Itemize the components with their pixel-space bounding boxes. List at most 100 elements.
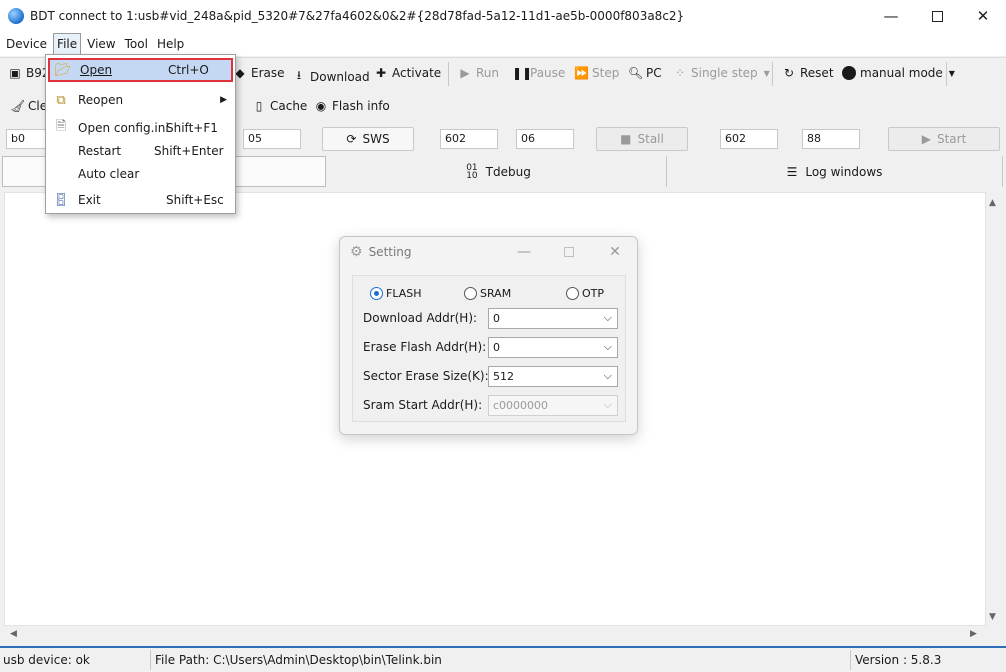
pause-button[interactable]: ❚❚ Pause (512, 66, 565, 80)
menu-view[interactable]: View (84, 33, 118, 55)
search-icon: 🔍︎ (628, 66, 644, 80)
refresh-icon: ⟳ (346, 132, 357, 146)
download-button[interactable]: ⭳ Download (292, 66, 370, 87)
flash-info-button[interactable]: ◉ Flash info (314, 99, 390, 113)
menu-exit-label: Exit (78, 193, 101, 207)
sws-button[interactable]: ⟳ SWS (322, 127, 414, 151)
menu-file[interactable]: File (53, 33, 82, 55)
dialog-minimize-button[interactable]: — (504, 241, 544, 263)
radio-sram-indicator (464, 287, 477, 300)
cache-button[interactable]: ▯ Cache (252, 99, 308, 113)
scroll-down-icon[interactable]: ▼ (989, 612, 996, 622)
radio-sram-label: SRAM (480, 287, 512, 300)
dialog-close-button[interactable]: ✕ (595, 241, 635, 263)
step-icon: ⏩ (574, 66, 589, 80)
scroll-left-icon[interactable]: ◀ (10, 629, 17, 639)
pause-label: Pause (530, 66, 566, 80)
value-field-2[interactable]: 06 (516, 129, 574, 149)
menu-open-config[interactable]: 🗎︎ Open config.ini Shift+F1 (48, 116, 233, 140)
run-label: Run (476, 66, 500, 80)
binary-icon: 01 10 (466, 162, 478, 181)
dialog-maximize-button[interactable] (549, 241, 589, 263)
sector-erase-size-value: 512 (493, 370, 514, 383)
sram-start-addr-select[interactable]: c0000000 ⌵ (488, 395, 618, 416)
download-addr-select[interactable]: 0 ⌵ (488, 308, 618, 329)
horizontal-scrollbar[interactable]: ◀ ▶ (4, 628, 986, 642)
radio-sram[interactable]: SRAM (464, 287, 511, 300)
step-button[interactable]: ⏩ Step (574, 66, 619, 80)
stall-button[interactable]: ■ Stall (596, 127, 688, 151)
dialog-title: Setting (368, 245, 412, 259)
toolbar-divider (946, 62, 947, 86)
radio-otp-indicator (566, 287, 579, 300)
pc-button[interactable]: 🔍︎ PC (628, 66, 662, 80)
activate-label: Activate (392, 66, 442, 80)
start-button[interactable]: ▶ Start (888, 127, 1000, 151)
menu-restart[interactable]: Restart Shift+Enter (48, 139, 233, 163)
scroll-up-icon[interactable]: ▲ (989, 198, 996, 208)
plus-icon: ✚ (375, 66, 387, 80)
start-label: Start (936, 132, 967, 146)
radio-otp[interactable]: OTP (566, 287, 604, 300)
version-status: Version : 5.8.3 (855, 653, 942, 667)
reset-button[interactable]: ↻ Reset (782, 66, 834, 80)
stall-label: Stall (637, 132, 664, 146)
minimize-button[interactable]: — (868, 0, 914, 32)
menu-open[interactable]: 📂︎ Open Ctrl+O (48, 58, 233, 82)
list-icon: ☰ (786, 164, 798, 179)
run-button[interactable]: ▶ Run (458, 66, 499, 80)
tab-log-windows[interactable]: ☰ Log windows (667, 156, 1003, 187)
download-icon: ⭳ (296, 68, 302, 82)
menu-restart-shortcut: Shift+Enter (154, 144, 224, 158)
radio-otp-label: OTP (582, 287, 605, 300)
erase-flash-addr-select[interactable]: 0 ⌵ (488, 337, 618, 358)
menu-open-shortcut: Ctrl+O (168, 63, 209, 77)
erase-button[interactable]: ◆ Erase (233, 66, 285, 80)
menu-exit[interactable]: 🚪︎ Exit Shift+Esc (48, 188, 233, 212)
radio-flash-label: FLASH (386, 287, 422, 300)
pause-icon: ❚❚ (512, 66, 533, 80)
addr-field-3[interactable]: 602 (720, 129, 778, 149)
chip-icon: ▣ (9, 66, 21, 80)
menu-device[interactable]: Device (3, 33, 50, 55)
window-title: BDT connect to 1:usb#vid_248a&pid_5320#7… (30, 9, 685, 23)
submenu-arrow-icon: ▶ (220, 95, 227, 105)
play-icon: ▶ (921, 132, 931, 146)
sector-erase-size-select[interactable]: 512 ⌵ (488, 366, 618, 387)
run-icon: ▶ (460, 66, 470, 80)
chip-select[interactable]: ▣ B92 (8, 66, 49, 80)
single-step-dropdown[interactable]: ⁘ Single step ▼ (673, 66, 770, 80)
value-field-1[interactable]: 05 (243, 129, 301, 149)
menu-open-config-shortcut: Shift+F1 (166, 121, 218, 135)
menu-reopen[interactable]: ⧉ Reopen ▶ (48, 88, 233, 112)
download-label: Download (310, 69, 370, 84)
menu-reopen-label: Reopen (78, 93, 124, 107)
radio-flash-indicator (370, 287, 383, 300)
tab-log-windows-label: Log windows (805, 164, 883, 179)
mode-dropdown[interactable]: manual mode ▼ (842, 66, 955, 80)
radio-flash[interactable]: FLASH (370, 287, 422, 300)
status-divider (850, 650, 851, 670)
sws-label: SWS (362, 132, 390, 146)
status-bar: usb device: ok File Path: C:\Users\Admin… (0, 646, 1006, 672)
cache-icon: ▯ (255, 99, 263, 113)
clear-button[interactable]: 🧹︎ Cle (10, 99, 47, 113)
maximize-button[interactable] (914, 0, 960, 32)
single-step-label: Single step (691, 66, 758, 80)
addr-field-2[interactable]: 602 (440, 129, 498, 149)
vertical-scrollbar[interactable]: ▲ ▼ (986, 192, 1000, 626)
broom-icon: 🧹︎ (10, 99, 26, 113)
scroll-right-icon[interactable]: ▶ (970, 629, 977, 639)
close-button[interactable]: ✕ (960, 0, 1006, 32)
value-field-3[interactable]: 88 (802, 129, 860, 149)
toolbar-divider (448, 62, 449, 86)
menu-tool[interactable]: Tool (122, 33, 151, 55)
title-bar: BDT connect to 1:usb#vid_248a&pid_5320#7… (0, 0, 1006, 32)
menu-open-label: Open (80, 63, 113, 77)
menu-auto-clear[interactable]: Auto clear (48, 162, 233, 186)
activate-button[interactable]: ✚ Activate (374, 66, 441, 80)
tab-tdebug[interactable]: 01 10 Tdebug (331, 156, 667, 187)
menu-help[interactable]: Help (154, 33, 187, 55)
single-step-icon: ⁘ (674, 66, 686, 80)
erase-label: Erase (251, 66, 285, 80)
